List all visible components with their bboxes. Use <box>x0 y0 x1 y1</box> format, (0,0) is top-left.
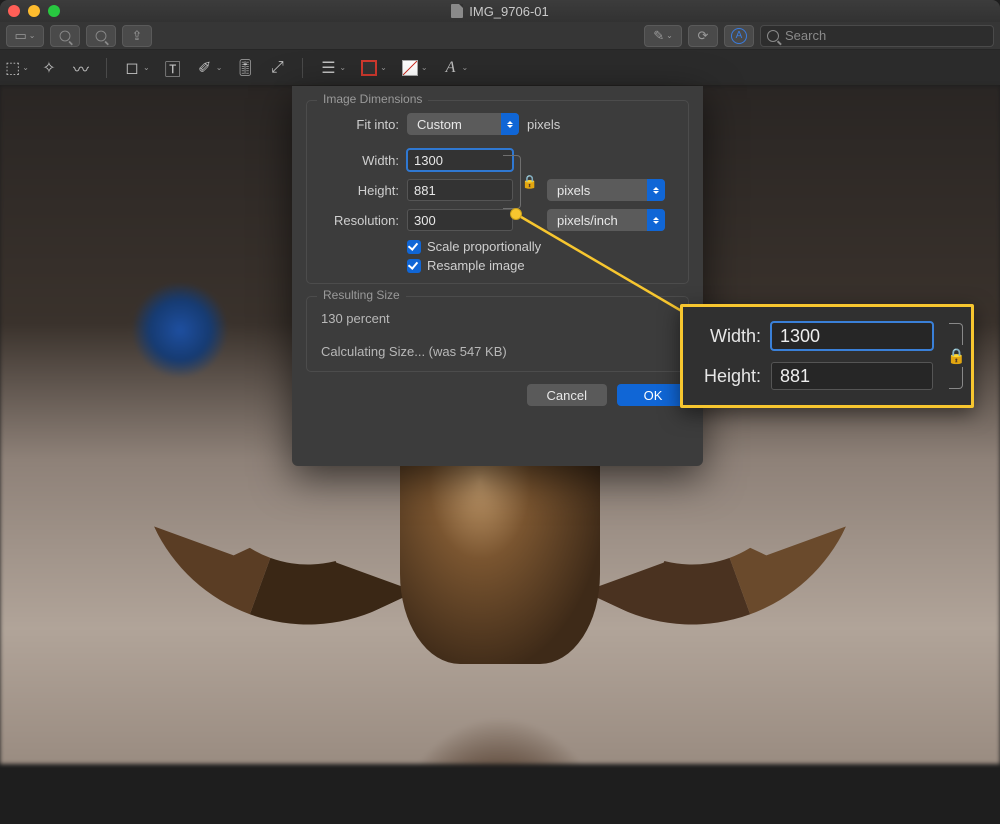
line-style-menu[interactable]: ☰⌄ <box>319 59 346 77</box>
resulting-percent: 130 percent <box>321 309 674 328</box>
callout-height-input[interactable]: 881 <box>771 362 933 390</box>
fit-into-label: Fit into: <box>321 117 399 132</box>
scale-proportionally-label: Scale proportionally <box>427 239 541 254</box>
markup-toolbar-button[interactable]: ✎⌄ <box>644 25 682 47</box>
window-title-text: IMG_9706-01 <box>469 4 549 19</box>
search-icon <box>767 30 779 42</box>
zoom-in-button[interactable] <box>86 25 116 47</box>
chevron-updown-icon <box>647 179 665 201</box>
callout-width-input[interactable]: 1300 <box>771 322 933 350</box>
adjust-color-icon[interactable]: 🎚 <box>236 59 254 77</box>
cancel-button[interactable]: Cancel <box>527 384 607 406</box>
resulting-size-group: Resulting Size 130 percent Calculating S… <box>306 296 689 372</box>
resample-image-checkbox[interactable] <box>407 259 421 273</box>
sidebar-toggle-button[interactable]: ▭⌄ <box>6 25 44 47</box>
lock-icon[interactable]: 🔒 <box>522 174 538 190</box>
chevron-updown-icon <box>501 113 519 135</box>
chevron-updown-icon <box>647 209 665 231</box>
callout-height-label: Height: <box>695 366 761 387</box>
resolution-label: Resolution: <box>321 213 399 228</box>
resample-image-label: Resample image <box>427 258 525 273</box>
width-input[interactable]: 1300 <box>407 149 513 171</box>
fit-into-select[interactable]: Custom <box>407 113 519 135</box>
rotate-button[interactable]: ⟳ <box>688 25 718 47</box>
image-dimensions-group: Image Dimensions Fit into: Custom pixels… <box>306 100 689 284</box>
fill-color-menu[interactable]: ⌄ <box>401 59 428 77</box>
search-placeholder: Search <box>785 28 826 43</box>
width-label: Width: <box>321 153 399 168</box>
lock-icon: 🔒 <box>945 345 968 367</box>
annotation-callout: Width: 1300 Height: 881 🔒 <box>680 304 974 408</box>
window-titlebar: IMG_9706-01 <box>0 0 1000 22</box>
instant-alpha-icon[interactable]: ✧ <box>40 59 58 77</box>
font-style-menu[interactable]: A⌄ <box>442 59 469 77</box>
zoom-out-button[interactable] <box>50 25 80 47</box>
scale-proportionally-checkbox[interactable] <box>407 240 421 254</box>
annotation-anchor <box>510 208 522 220</box>
height-label: Height: <box>321 183 399 198</box>
highlight-menu[interactable]: ✐⌄ <box>196 59 223 77</box>
border-color-menu[interactable]: ⌄ <box>360 59 387 77</box>
height-input[interactable]: 881 <box>407 179 513 201</box>
proportional-lock-bracket: 🔒 <box>503 155 521 209</box>
resulting-filesize: Calculating Size... (was 547 KB) <box>321 342 674 361</box>
search-field[interactable]: Search <box>760 25 994 47</box>
adjust-size-icon[interactable]: ⤢ <box>268 59 286 77</box>
fit-into-unit: pixels <box>527 117 560 132</box>
share-button[interactable]: ⇪ <box>122 25 152 47</box>
image-dimensions-title: Image Dimensions <box>317 92 428 106</box>
wh-units-select[interactable]: pixels <box>547 179 665 201</box>
annotations-button[interactable]: A <box>724 25 754 47</box>
ok-button[interactable]: OK <box>617 384 689 406</box>
markup-toolbar: ⬚⌄ ✧ 〰 ◻⌄ 🅃 ✐⌄ 🎚 ⤢ ☰⌄ ⌄ ⌄ A⌄ <box>0 50 1000 86</box>
document-icon <box>451 4 463 18</box>
callout-lock-bracket: 🔒 <box>949 323 963 389</box>
resolution-input[interactable]: 300 <box>407 209 513 231</box>
main-toolbar: ▭⌄ ⇪ ✎⌄ ⟳ A Search <box>0 22 1000 50</box>
window-title: IMG_9706-01 <box>0 4 1000 19</box>
resulting-size-title: Resulting Size <box>317 288 406 302</box>
callout-width-label: Width: <box>695 326 761 347</box>
selection-tool-icon[interactable]: ⬚⌄ <box>8 59 26 77</box>
text-tool-icon[interactable]: 🅃 <box>164 59 182 77</box>
adjust-size-dialog: Image Dimensions Fit into: Custom pixels… <box>292 86 703 466</box>
draw-tool-icon[interactable]: 〰 <box>72 59 90 77</box>
image-subject <box>190 404 810 824</box>
shapes-menu[interactable]: ◻⌄ <box>123 59 150 77</box>
resolution-units-select[interactable]: pixels/inch <box>547 209 665 231</box>
